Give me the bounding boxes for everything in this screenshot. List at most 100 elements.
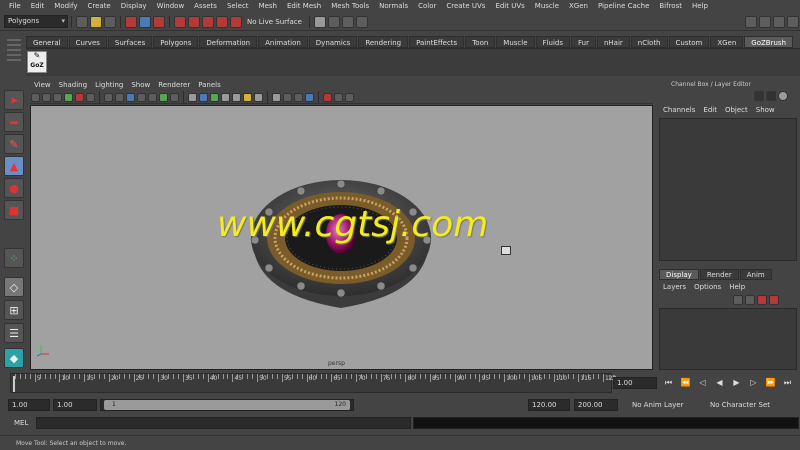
- viewport-menu-show[interactable]: Show: [127, 80, 154, 91]
- ipr-render-icon[interactable]: [341, 15, 354, 28]
- menu-create[interactable]: Create: [82, 0, 115, 13]
- menu-mesh[interactable]: Mesh: [254, 0, 282, 13]
- select-highlight-icon[interactable]: [323, 92, 332, 102]
- snap-curve-icon[interactable]: [188, 15, 200, 28]
- ambient-occlusion-icon[interactable]: [254, 92, 263, 102]
- paint-select-tool-icon[interactable]: ✎: [4, 134, 24, 154]
- menu-mesh-tools[interactable]: Mesh Tools: [326, 0, 374, 13]
- layer-tab-anim[interactable]: Anim: [739, 268, 772, 280]
- wireframe-icon[interactable]: [188, 92, 197, 102]
- menu-muscle[interactable]: Muscle: [530, 0, 564, 13]
- play-forward-icon[interactable]: ▶: [728, 377, 745, 389]
- mudbox-icon[interactable]: ◆: [4, 348, 24, 368]
- four-view-layout-icon[interactable]: ⊞: [4, 300, 24, 320]
- viewport-menu-lighting[interactable]: Lighting: [91, 80, 127, 91]
- viewport-menu-shading[interactable]: Shading: [55, 80, 91, 91]
- play-back-icon[interactable]: ◀: [711, 377, 728, 389]
- render-view-icon[interactable]: [313, 15, 326, 28]
- gate-mask-icon[interactable]: [137, 92, 146, 102]
- xray-joints-icon[interactable]: [294, 92, 303, 102]
- channel-box-toggle-icon[interactable]: [754, 91, 764, 101]
- end-time-field[interactable]: 200.00: [574, 399, 618, 411]
- frame-selected-icon[interactable]: [345, 92, 354, 102]
- menu-edit[interactable]: Edit: [26, 0, 50, 13]
- grid-icon[interactable]: [104, 92, 113, 102]
- layer-tab-render[interactable]: Render: [699, 268, 739, 280]
- menu-assets[interactable]: Assets: [189, 0, 222, 13]
- goz-shelf-button[interactable]: ✎ GoZ: [27, 51, 47, 73]
- channel-box-toggle-icon[interactable]: [787, 15, 799, 28]
- menu-select[interactable]: Select: [222, 0, 254, 13]
- go-to-start-icon[interactable]: ⏮: [660, 377, 677, 389]
- menu-set-dropdown[interactable]: Polygons: [4, 15, 68, 28]
- field-chart-icon[interactable]: [148, 92, 157, 102]
- xray-icon[interactable]: [283, 92, 292, 102]
- menu-window[interactable]: Window: [152, 0, 190, 13]
- shelf-tab-polygons[interactable]: Polygons: [153, 35, 199, 48]
- move-layer-down-icon[interactable]: [745, 295, 755, 305]
- menu-file[interactable]: File: [4, 0, 26, 13]
- frame-all-icon[interactable]: [334, 92, 343, 102]
- wireframe-on-shaded-icon[interactable]: [210, 92, 219, 102]
- menu-color[interactable]: Color: [413, 0, 441, 13]
- snap-view-plane-icon[interactable]: [216, 15, 228, 28]
- safe-title-icon[interactable]: [170, 92, 179, 102]
- anim-layer-dropdown[interactable]: No Anim Layer: [622, 399, 700, 411]
- channel-box-menu-show[interactable]: Show: [752, 104, 779, 116]
- layer-menu-options[interactable]: Options: [690, 281, 725, 293]
- viewport-menu-renderer[interactable]: Renderer: [154, 80, 194, 91]
- menu-pipeline-cache[interactable]: Pipeline Cache: [593, 0, 654, 13]
- select-tool-icon[interactable]: ➤: [4, 90, 24, 110]
- tool-settings-icon[interactable]: [778, 91, 788, 101]
- step-back-frame-icon[interactable]: ◁: [694, 377, 711, 389]
- xray-active-icon[interactable]: [305, 92, 314, 102]
- shelf-tab-dynamics[interactable]: Dynamics: [308, 35, 358, 48]
- playback-end-field[interactable]: 120.00: [528, 399, 570, 411]
- shelf-tab-toon[interactable]: Toon: [465, 35, 496, 48]
- grease-pencil-icon[interactable]: [86, 92, 95, 102]
- bookmarks-icon[interactable]: [53, 92, 62, 102]
- textured-icon[interactable]: [221, 92, 230, 102]
- channel-box-menu-channels[interactable]: Channels: [659, 104, 699, 116]
- menu-display[interactable]: Display: [116, 0, 152, 13]
- shelf-handle[interactable]: [4, 36, 24, 76]
- shelf-tab-rendering[interactable]: Rendering: [358, 35, 409, 48]
- select-camera-icon[interactable]: [31, 92, 40, 102]
- shelf-tab-deformation[interactable]: Deformation: [199, 35, 258, 48]
- shelf-tab-nhair[interactable]: nHair: [596, 35, 630, 48]
- shadows-icon[interactable]: [243, 92, 252, 102]
- ring-model[interactable]: [241, 176, 441, 316]
- step-forward-key-icon[interactable]: ⏩: [762, 377, 779, 389]
- layer-menu-help[interactable]: Help: [725, 281, 749, 293]
- modeling-toolkit-icon[interactable]: [745, 15, 757, 28]
- save-scene-icon[interactable]: [104, 15, 116, 28]
- select-component-icon[interactable]: [153, 15, 165, 28]
- menu-bifrost[interactable]: Bifrost: [654, 0, 687, 13]
- menu-normals[interactable]: Normals: [374, 0, 413, 13]
- shelf-tab-ncloth[interactable]: nCloth: [630, 35, 668, 48]
- menu-edit-mesh[interactable]: Edit Mesh: [282, 0, 326, 13]
- film-gate-icon[interactable]: [115, 92, 124, 102]
- menu-xgen[interactable]: XGen: [564, 0, 593, 13]
- attribute-editor-icon[interactable]: [766, 91, 776, 101]
- camera-attributes-icon[interactable]: [42, 92, 51, 102]
- current-frame-field[interactable]: 1.00: [613, 377, 657, 389]
- scale-tool-icon[interactable]: ■: [4, 200, 24, 220]
- new-scene-icon[interactable]: [76, 15, 88, 28]
- playback-start-field[interactable]: 1.00: [53, 399, 97, 411]
- render-current-icon[interactable]: [327, 15, 340, 28]
- viewport-menu-panels[interactable]: Panels: [194, 80, 225, 91]
- use-all-lights-icon[interactable]: [232, 92, 241, 102]
- shelf-tab-painteffects[interactable]: PaintEffects: [409, 35, 465, 48]
- image-plane-icon[interactable]: [64, 92, 73, 102]
- attribute-editor-icon[interactable]: [759, 15, 771, 28]
- layer-tab-display[interactable]: Display: [659, 268, 699, 280]
- isolate-select-icon[interactable]: [272, 92, 281, 102]
- select-hierarchy-icon[interactable]: [125, 15, 137, 28]
- open-scene-icon[interactable]: [90, 15, 102, 28]
- lasso-tool-icon[interactable]: ➦: [4, 112, 24, 132]
- viewport-menu-view[interactable]: View: [30, 80, 55, 91]
- start-time-field[interactable]: 1.00: [8, 399, 50, 411]
- snap-grid-icon[interactable]: [174, 15, 186, 28]
- menu-help[interactable]: Help: [687, 0, 713, 13]
